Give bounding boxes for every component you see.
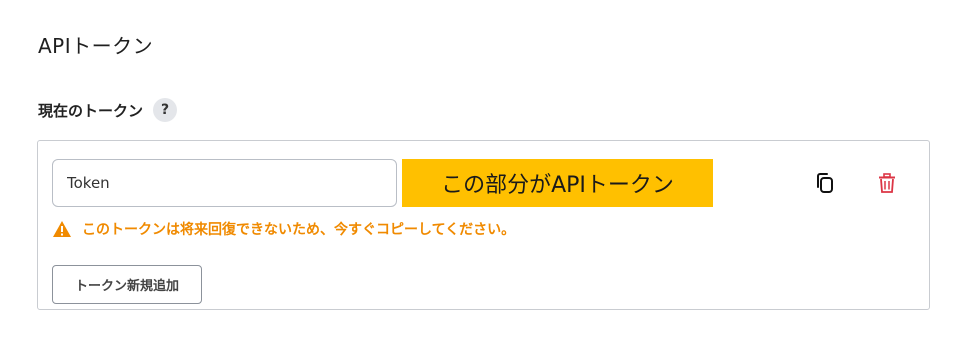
api-token-callout: この部分がAPIトークン <box>402 159 713 207</box>
warning-message: このトークンは将来回復できないため、今すぐコピーしてください。 <box>52 219 515 239</box>
api-token-page: APIトークン 現在のトークン ? この部分がAPIトークン <box>0 0 970 348</box>
current-token-label: 現在のトークン <box>38 101 144 120</box>
trash-icon <box>879 173 895 193</box>
warning-text: このトークンは将来回復できないため、今すぐコピーしてください。 <box>82 222 516 238</box>
current-token-label-row: 現在のトークン ? <box>38 98 178 122</box>
warning-icon <box>53 221 71 237</box>
help-icon[interactable]: ? <box>153 98 178 122</box>
copy-icon <box>817 173 833 193</box>
delete-button[interactable] <box>873 169 901 197</box>
section-title: APIトークン <box>38 34 154 58</box>
token-input[interactable] <box>52 159 397 207</box>
token-panel: この部分がAPIトークン このトークンは将来回復できないため、今すぐ <box>37 140 930 310</box>
add-token-button[interactable]: トークン新規追加 <box>52 265 202 304</box>
copy-button[interactable] <box>811 169 839 197</box>
